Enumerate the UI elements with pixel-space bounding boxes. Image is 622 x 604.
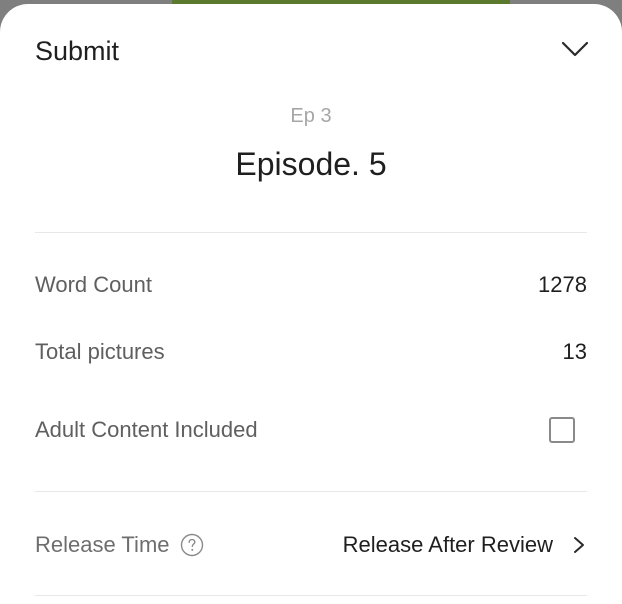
chevron-down-icon: [561, 41, 589, 57]
chevron-right-icon: [574, 537, 584, 553]
adult-content-checkbox[interactable]: [549, 417, 575, 443]
adult-content-label: Adult Content Included: [35, 417, 258, 442]
total-pictures-label: Total pictures: [35, 339, 165, 364]
release-time-selector[interactable]: Release After Review: [343, 532, 587, 558]
release-time-row[interactable]: Release Time Release After Review: [35, 527, 587, 563]
adult-content-row: Adult Content Included: [35, 412, 587, 448]
release-time-value: Release After Review: [342, 532, 553, 557]
total-pictures-row: Total pictures 13: [35, 334, 587, 370]
sheet-title: Submit: [35, 36, 120, 66]
release-time-label-group: Release Time: [35, 532, 204, 558]
divider: [35, 595, 587, 596]
collapse-button[interactable]: [558, 32, 592, 66]
divider: [35, 232, 587, 233]
submit-bottom-sheet: Submit Ep 3 Episode. 5 Word Count 1278 T…: [0, 4, 622, 604]
word-count-row: Word Count 1278: [35, 267, 587, 303]
sheet-header: Submit: [35, 30, 589, 70]
episode-title: Episode. 5: [235, 146, 387, 182]
episode-subtitle: Ep 3: [290, 105, 332, 127]
total-pictures-value: 13: [562, 339, 587, 364]
question-circle-icon[interactable]: [180, 533, 204, 557]
word-count-label: Word Count: [35, 272, 152, 297]
divider: [35, 491, 587, 492]
word-count-value: 1278: [538, 272, 587, 297]
release-time-label: Release Time: [35, 532, 170, 557]
